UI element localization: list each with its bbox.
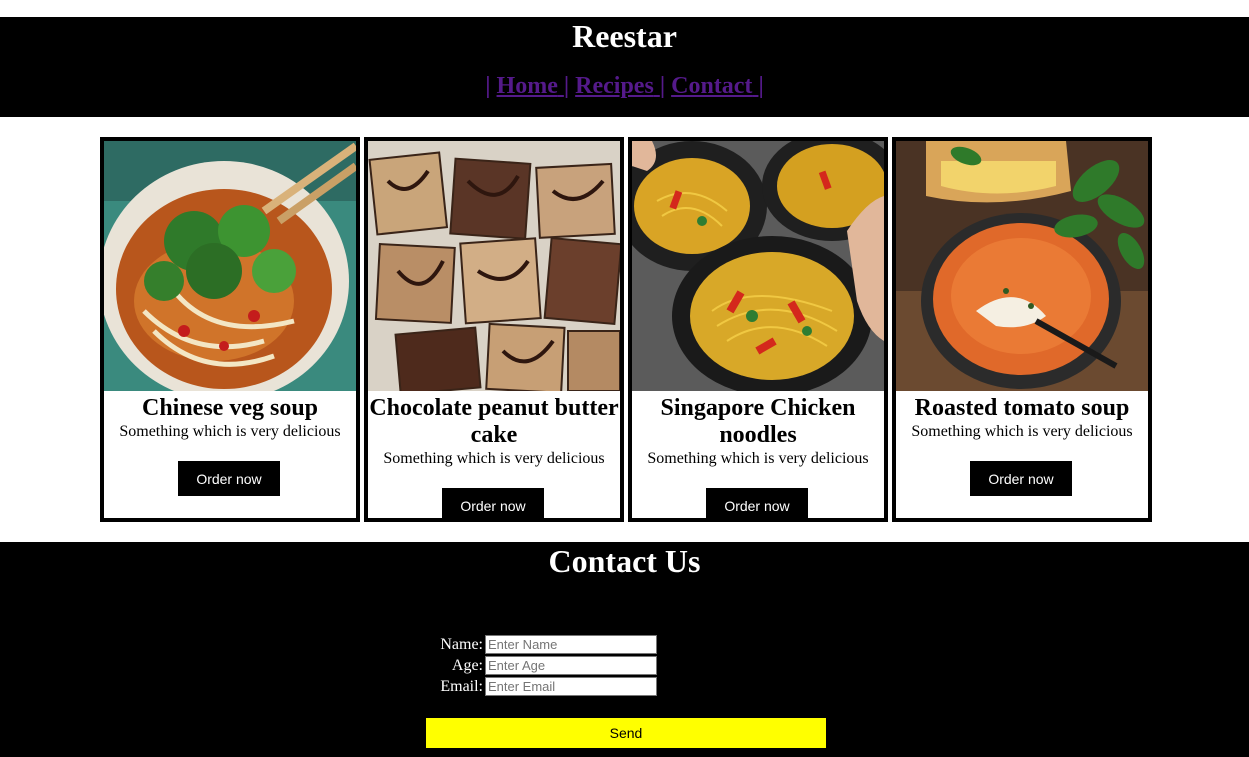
card-title: Singapore Chicken noodles bbox=[660, 395, 856, 448]
contact-section: Contact Us Name: Age: Email: Send bbox=[0, 542, 1249, 757]
recipe-card: Roasted tomato soup Something which is v… bbox=[892, 137, 1152, 522]
chocolate-cake-image bbox=[368, 141, 620, 391]
recipe-card: Chinese veg soup Something which is very… bbox=[100, 137, 360, 522]
nav-separator: | bbox=[563, 73, 570, 99]
order-now-button[interactable]: Order now bbox=[706, 488, 808, 518]
recipe-card: Singapore Chicken noodles Something whic… bbox=[628, 137, 888, 522]
age-row: Age: bbox=[0, 656, 660, 676]
main-nav: | Home | Recipes | Contact | bbox=[0, 73, 1249, 100]
age-input[interactable] bbox=[485, 656, 657, 675]
noodle-soup-image bbox=[104, 141, 356, 391]
nav-separator: | bbox=[485, 73, 491, 99]
nav-link-contact[interactable]: Contact bbox=[671, 73, 758, 99]
order-now-button[interactable]: Order now bbox=[442, 488, 544, 518]
card-description: Something which is very delicious bbox=[647, 450, 869, 467]
tomato-soup-image bbox=[896, 141, 1148, 391]
age-label: Age: bbox=[451, 657, 483, 674]
site-header: Reestar | Home | Recipes | Contact | bbox=[0, 17, 1249, 117]
email-row: Email: bbox=[0, 677, 660, 697]
card-title: Chocolate peanut butter cake bbox=[369, 395, 619, 448]
singapore-noodles-image bbox=[632, 141, 884, 391]
contact-title: Contact Us bbox=[548, 543, 701, 579]
email-input[interactable] bbox=[485, 677, 657, 696]
card-title: Chinese veg soup bbox=[141, 395, 319, 421]
nav-link-recipes[interactable]: Recipes bbox=[575, 73, 660, 99]
email-label: Email: bbox=[440, 678, 483, 695]
card-description: Something which is very delicious bbox=[383, 450, 605, 467]
recipe-cards: Chinese veg soup Something which is very… bbox=[100, 137, 1152, 522]
order-now-button[interactable]: Order now bbox=[178, 461, 280, 496]
nav-link-home[interactable]: Home bbox=[497, 73, 564, 99]
card-title: Roasted tomato soup bbox=[914, 395, 1130, 421]
card-description: Something which is very delicious bbox=[119, 423, 341, 440]
name-label: Name: bbox=[440, 636, 483, 653]
send-button[interactable]: Send bbox=[426, 718, 826, 748]
recipe-card: Chocolate peanut butter cake Something w… bbox=[364, 137, 624, 522]
card-description: Something which is very delicious bbox=[911, 423, 1133, 440]
site-title: Reestar bbox=[572, 18, 677, 54]
name-input[interactable] bbox=[485, 635, 657, 654]
nav-separator: | bbox=[758, 73, 764, 99]
name-row: Name: bbox=[0, 635, 660, 655]
nav-separator: | bbox=[659, 73, 666, 99]
order-now-button[interactable]: Order now bbox=[970, 461, 1072, 496]
